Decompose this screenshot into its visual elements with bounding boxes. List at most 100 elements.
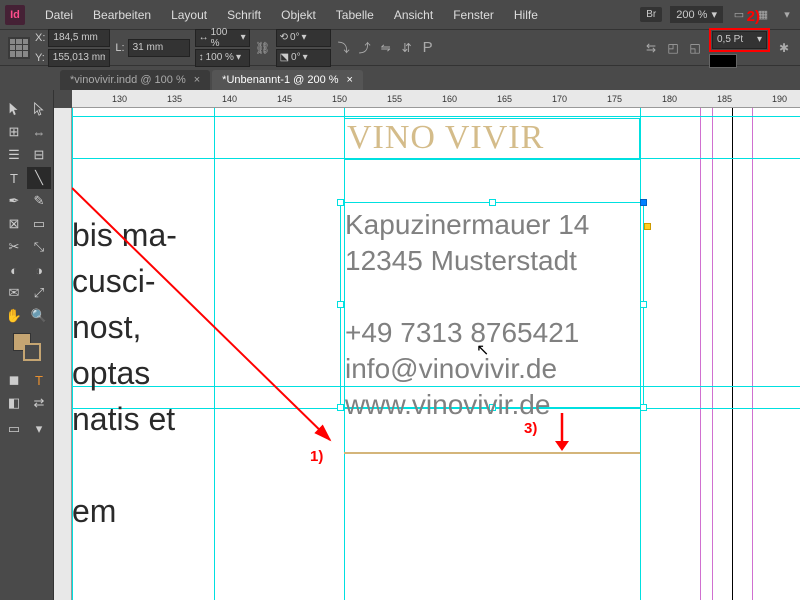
x-field[interactable] bbox=[48, 29, 110, 47]
body-text-frame[interactable]: bis ma- cusci- nost, optas natis et em bbox=[72, 212, 177, 534]
document-canvas[interactable]: bis ma- cusci- nost, optas natis et em V… bbox=[72, 108, 800, 600]
default-colors-icon[interactable]: ◧ bbox=[2, 392, 26, 414]
page-edge bbox=[732, 108, 733, 600]
menu-layout[interactable]: Layout bbox=[161, 8, 217, 22]
rotation-field[interactable]: ⟲0°▾ bbox=[276, 29, 331, 47]
frame-handle[interactable] bbox=[337, 301, 344, 308]
stroke-weight-field[interactable]: 0,5 Pt▾ bbox=[712, 31, 767, 49]
frame-handle[interactable] bbox=[640, 301, 647, 308]
content-placer-tool[interactable]: ⊟ bbox=[27, 144, 51, 166]
stroke-color-swatch[interactable] bbox=[709, 54, 737, 68]
annotation-3: 3) bbox=[524, 420, 537, 437]
close-icon[interactable]: × bbox=[347, 74, 353, 86]
menu-type[interactable]: Schrift bbox=[217, 8, 271, 22]
reference-point[interactable] bbox=[8, 37, 30, 59]
guide-pink[interactable] bbox=[712, 108, 713, 600]
guide[interactable] bbox=[214, 108, 215, 600]
direct-selection-tool[interactable] bbox=[27, 98, 51, 120]
y-label: Y: bbox=[35, 52, 45, 64]
frame-handle[interactable] bbox=[640, 404, 647, 411]
apply-color-icon[interactable]: ◼ bbox=[2, 369, 26, 391]
shear-icon: ⬔ bbox=[280, 52, 289, 63]
menu-view[interactable]: Ansicht bbox=[384, 8, 443, 22]
scale-y-icon: ↕ bbox=[199, 52, 204, 63]
free-transform-tool[interactable]: ⤡ bbox=[27, 236, 51, 258]
chevron-down-icon: ▾ bbox=[302, 32, 307, 43]
apply-none-icon[interactable]: T bbox=[27, 369, 51, 391]
selection-tool[interactable] bbox=[2, 98, 26, 120]
rotate-ccw-icon[interactable]: ⤴ bbox=[357, 40, 373, 56]
length-field[interactable] bbox=[128, 39, 190, 57]
ruler-vertical bbox=[54, 108, 72, 600]
screen-mode-icon[interactable]: ▭ bbox=[731, 7, 747, 23]
brand-title-frame[interactable]: VINO VIVIR bbox=[344, 118, 640, 160]
tab-vinovivir[interactable]: *vinovivir.indd @ 100 %× bbox=[60, 70, 210, 90]
guide[interactable] bbox=[72, 116, 800, 117]
drawn-line-object[interactable] bbox=[344, 452, 640, 454]
zoom-dropdown[interactable]: 200 %▾ bbox=[670, 6, 723, 23]
frame-handle-in[interactable] bbox=[640, 199, 647, 206]
flip-v-icon[interactable]: ⇵ bbox=[399, 40, 415, 56]
note-tool[interactable]: ✉ bbox=[2, 282, 26, 304]
tab-unbenannt[interactable]: *Unbenannt-1 @ 200 %× bbox=[212, 70, 363, 90]
eyedropper-tool[interactable]: ⤢ bbox=[27, 282, 51, 304]
toolbox: ⊞⇔ ☰⊟ T╲ ✒✎ ⊠▭ ✂⤡ ◐◑ ✉⤢ ✋🔍 ◼T ◧⇄ ▭▾ bbox=[0, 90, 54, 600]
chevron-down-icon: ▾ bbox=[757, 34, 762, 45]
preview-mode-icon[interactable]: ▾ bbox=[27, 418, 51, 440]
hand-tool[interactable]: ✋ bbox=[2, 305, 26, 327]
gap-tool[interactable]: ⇔ bbox=[27, 121, 51, 143]
chevron-down-icon: ▾ bbox=[241, 32, 246, 43]
canvas-area: 130135140145150155160165170175180185190 … bbox=[54, 90, 800, 600]
document-tabs: *vinovivir.indd @ 100 %× *Unbenannt-1 @ … bbox=[0, 66, 800, 90]
x-label: X: bbox=[35, 32, 45, 44]
guide-pink[interactable] bbox=[700, 108, 701, 600]
scale-x-field[interactable]: ↔100 %▾ bbox=[195, 29, 250, 47]
menu-window[interactable]: Fenster bbox=[443, 8, 504, 22]
rotate-cw-icon[interactable]: ⤵ bbox=[336, 40, 352, 56]
flip-h-icon[interactable]: ⇋ bbox=[378, 40, 394, 56]
guide-pink[interactable] bbox=[752, 108, 753, 600]
pencil-tool[interactable]: ✎ bbox=[27, 190, 51, 212]
flip-both-icon[interactable]: ⇆ bbox=[643, 40, 659, 56]
menu-table[interactable]: Tabelle bbox=[326, 8, 384, 22]
scissors-tool[interactable]: ✂ bbox=[2, 236, 26, 258]
gradient-feather-tool[interactable]: ◑ bbox=[27, 259, 51, 281]
contact-text-frame[interactable]: Kapuzinermauer 14 12345 Musterstadt +49 … bbox=[340, 202, 644, 408]
link-icon[interactable]: ⛓ bbox=[255, 40, 271, 56]
content-collector-tool[interactable]: ☰ bbox=[2, 144, 26, 166]
frame-handle-out[interactable] bbox=[644, 223, 651, 230]
normal-view-icon[interactable]: ▭ bbox=[2, 418, 26, 440]
rectangle-tool[interactable]: ▭ bbox=[27, 213, 51, 235]
menu-file[interactable]: Datei bbox=[35, 8, 83, 22]
line-tool[interactable]: ╲ bbox=[27, 167, 51, 189]
type-tool[interactable]: T bbox=[2, 167, 26, 189]
effects-icon[interactable]: ✱ bbox=[776, 40, 792, 56]
page-tool[interactable]: ⊞ bbox=[2, 121, 26, 143]
frame-handle[interactable] bbox=[337, 404, 344, 411]
menu-edit[interactable]: Bearbeiten bbox=[83, 8, 161, 22]
ruler-horizontal: 130135140145150155160165170175180185190 bbox=[72, 90, 800, 108]
zoom-tool[interactable]: 🔍 bbox=[27, 305, 51, 327]
select-content-icon[interactable]: ◱ bbox=[687, 40, 703, 56]
close-icon[interactable]: × bbox=[194, 74, 200, 86]
rectangle-frame-tool[interactable]: ⊠ bbox=[2, 213, 26, 235]
menu-help[interactable]: Hilfe bbox=[504, 8, 548, 22]
select-container-icon[interactable]: ◰ bbox=[665, 40, 681, 56]
rotate-icon: ⟲ bbox=[280, 32, 288, 43]
frame-handle[interactable] bbox=[337, 199, 344, 206]
scale-y-field[interactable]: ↕100 %▾ bbox=[195, 49, 250, 67]
frame-handle[interactable] bbox=[489, 199, 496, 206]
y-field[interactable] bbox=[48, 49, 110, 67]
chevron-down-icon[interactable]: ▾ bbox=[779, 7, 795, 23]
bridge-button[interactable]: Br bbox=[640, 7, 662, 22]
color-proxy[interactable] bbox=[2, 333, 51, 361]
pen-tool[interactable]: ✒ bbox=[2, 190, 26, 212]
annotation-1: 1) bbox=[310, 448, 323, 465]
swap-colors-icon[interactable]: ⇄ bbox=[27, 392, 51, 414]
l-label: L: bbox=[115, 42, 124, 54]
annotation-2: 2) bbox=[747, 8, 760, 25]
gradient-swatch-tool[interactable]: ◐ bbox=[2, 259, 26, 281]
text-on-path-icon[interactable]: P bbox=[420, 40, 436, 56]
shear-field[interactable]: ⬔0°▾ bbox=[276, 49, 331, 67]
menu-object[interactable]: Objekt bbox=[271, 8, 326, 22]
